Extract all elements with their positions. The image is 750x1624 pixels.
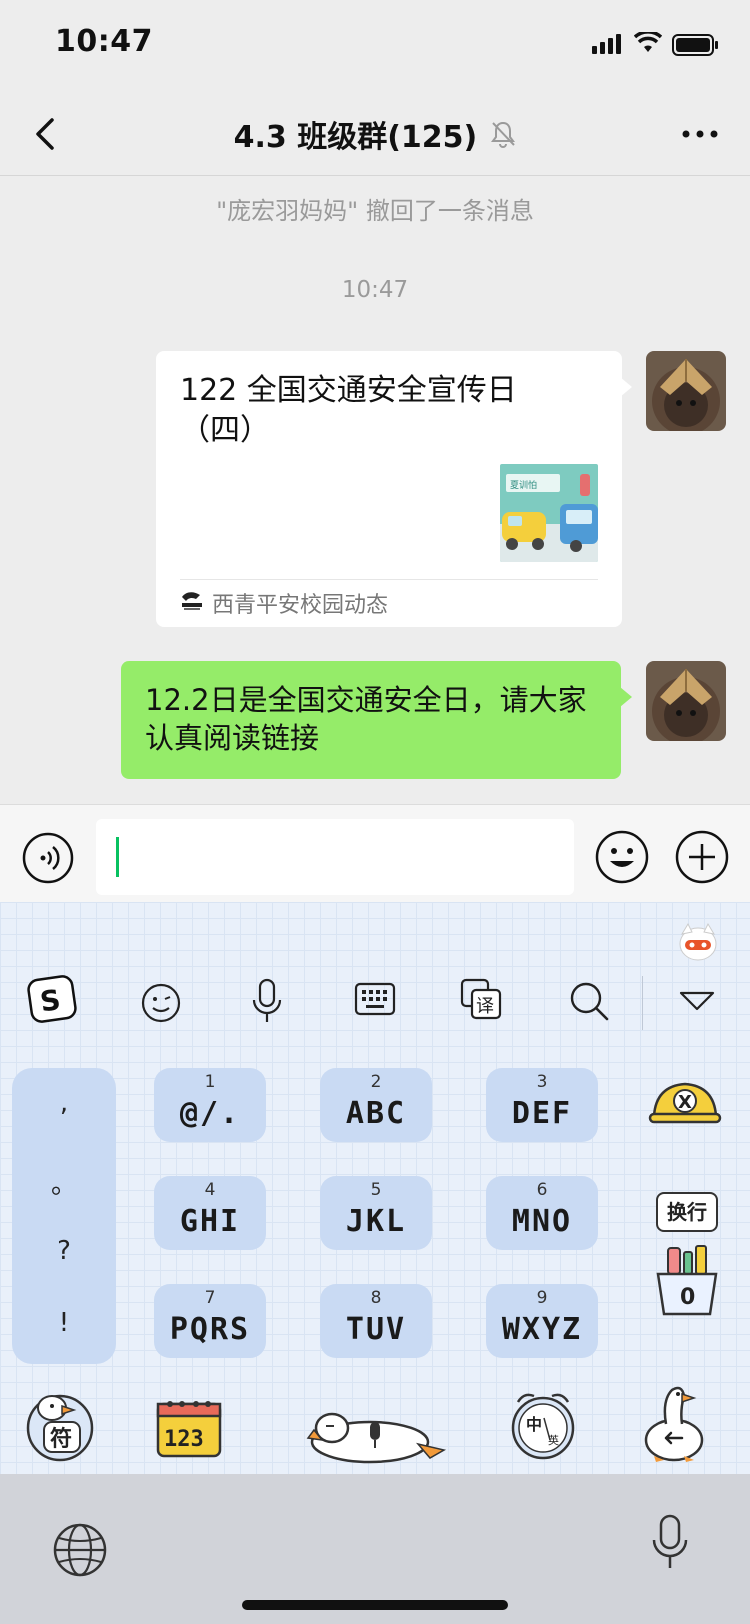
key-number: 6 [536, 1180, 548, 1200]
keyboard-mascot-icon[interactable] [676, 922, 720, 962]
punctuation-key[interactable]: ? [12, 1236, 116, 1266]
enter-key-goose-icon[interactable] [636, 1380, 710, 1464]
key-4[interactable]: 4 GHI [154, 1176, 266, 1250]
cellular-signal-icon [592, 34, 621, 54]
dictation-mic-icon[interactable] [650, 1514, 690, 1574]
plus-more-icon[interactable] [674, 829, 730, 885]
punctuation-key[interactable]: 。 [12, 1164, 116, 1201]
symbols-key-goose-icon[interactable]: 符 [22, 1384, 102, 1464]
punctuation-column[interactable]: , 。 ? ! [12, 1068, 116, 1364]
keyboard-layout-icon[interactable] [354, 982, 396, 1018]
key-letters: MNO [511, 1204, 573, 1239]
zero-key-cup-icon[interactable]: 0 [654, 1244, 720, 1318]
chat-title-group: 4.3 班级群(125) [0, 112, 750, 156]
message-timestamp: 10:47 [341, 277, 409, 303]
key-9[interactable]: 9 WXYZ [486, 1284, 598, 1358]
recall-notice: "庞宏羽妈妈" 撤回了一条消息 [216, 197, 534, 225]
key-letters: PQRS [169, 1312, 251, 1347]
bubble-tail [620, 687, 632, 707]
key-8[interactable]: 8 TUV [320, 1284, 432, 1358]
key-3[interactable]: 3 DEF [486, 1068, 598, 1142]
key-number: 7 [204, 1288, 216, 1308]
card-divider [180, 579, 598, 580]
system-keyboard-bar [0, 1474, 750, 1624]
link-card-source: 西青平安校园动态 [212, 593, 389, 618]
key-2[interactable]: 2 ABC [320, 1068, 432, 1142]
link-card-message[interactable]: 122 全国交通安全宣传日（四） 夏训怕 西青平安校园动态 [156, 351, 622, 627]
key-letters: ABC [345, 1096, 407, 1131]
language-switch-clock-icon[interactable]: 中 英 [508, 1388, 578, 1462]
ime-keyboard: S 译 , 。 ? ! 1 @/. 2 ABC 3 DEF 4 GHI 5 JK… [0, 902, 750, 1474]
message-text-field[interactable] [96, 819, 574, 895]
key-1[interactable]: 1 @/. [154, 1068, 266, 1142]
keyboard-toolbar: S 译 [0, 962, 750, 1040]
text-caret [116, 837, 119, 877]
key-letters: GHI [179, 1204, 241, 1239]
thumbnail-caption: 夏训怕 [510, 479, 537, 491]
translate-icon[interactable]: 译 [460, 978, 502, 1020]
key-letters: WXYZ [501, 1312, 583, 1347]
search-icon[interactable] [568, 980, 610, 1022]
avatar[interactable] [646, 661, 726, 741]
globe-icon[interactable] [52, 1522, 108, 1578]
home-indicator[interactable] [242, 1600, 508, 1610]
more-options-icon[interactable] [680, 120, 720, 148]
zero-key-label: 0 [680, 1285, 695, 1310]
toolbar-separator [642, 976, 643, 1030]
delete-key-icon[interactable]: X [648, 1078, 722, 1128]
voice-input-icon[interactable] [21, 831, 75, 885]
status-time: 10:47 [55, 24, 153, 59]
message-input-bar [0, 804, 750, 902]
text-message-bubble[interactable]: 12.2日是全国交通安全日，请大家认真阅读链接 [121, 661, 621, 779]
lang-en-label: 英 [548, 1433, 559, 1447]
key-number: 4 [204, 1180, 216, 1200]
key-number: 9 [536, 1288, 548, 1308]
key-number: 8 [370, 1288, 382, 1308]
key-6[interactable]: 6 MNO [486, 1176, 598, 1250]
chat-title: 4.3 班级群(125) [233, 120, 478, 155]
svg-text:译: 译 [476, 996, 494, 1017]
chat-messages[interactable]: "庞宏羽妈妈" 撤回了一条消息 10:47 122 全国交通安全宣传日（四） 夏… [0, 177, 750, 804]
status-bar: 10:47 [0, 0, 750, 92]
key-number: 1 [204, 1072, 216, 1092]
lang-zh-label: 中 [526, 1415, 542, 1434]
emoji-panel-icon[interactable] [140, 982, 182, 1024]
key-number: 5 [370, 1180, 382, 1200]
wifi-icon [634, 32, 662, 52]
symbols-key-label: 符 [50, 1426, 72, 1452]
battery-icon [672, 34, 718, 56]
numbers-key-calendar-icon[interactable]: 123 [154, 1396, 224, 1460]
avatar[interactable] [646, 351, 726, 431]
punctuation-key[interactable]: , [12, 1088, 116, 1118]
key-letters: DEF [511, 1096, 573, 1131]
numbers-key-label: 123 [164, 1427, 204, 1452]
link-card-title: 122 全国交通安全宣传日（四） [180, 373, 517, 448]
chat-header: 4.3 班级群(125) [0, 92, 750, 176]
key-letters: JKL [345, 1204, 407, 1239]
collapse-keyboard-icon[interactable] [678, 990, 716, 1012]
delete-key-label: X [678, 1092, 692, 1113]
text-message-content: 12.2日是全国交通安全日，请大家认真阅读链接 [145, 683, 587, 755]
emoji-icon[interactable] [594, 829, 650, 885]
key-number: 2 [370, 1072, 382, 1092]
mute-bell-icon [491, 121, 516, 148]
key-5[interactable]: 5 JKL [320, 1176, 432, 1250]
space-key-goose-icon[interactable] [306, 1400, 448, 1466]
key-7[interactable]: 7 PQRS [154, 1284, 266, 1358]
key-letters: TUV [345, 1312, 407, 1347]
voice-typing-icon[interactable] [250, 978, 284, 1026]
key-number: 3 [536, 1072, 548, 1092]
card-tail [620, 377, 632, 397]
newline-key[interactable]: 换行 [656, 1192, 718, 1232]
link-card-thumbnail: 夏训怕 [500, 464, 598, 562]
police-badge-icon [182, 592, 202, 610]
punctuation-key[interactable]: ! [12, 1308, 116, 1338]
key-letters: @/. [179, 1096, 241, 1131]
sogou-logo-icon[interactable]: S [26, 972, 80, 1026]
